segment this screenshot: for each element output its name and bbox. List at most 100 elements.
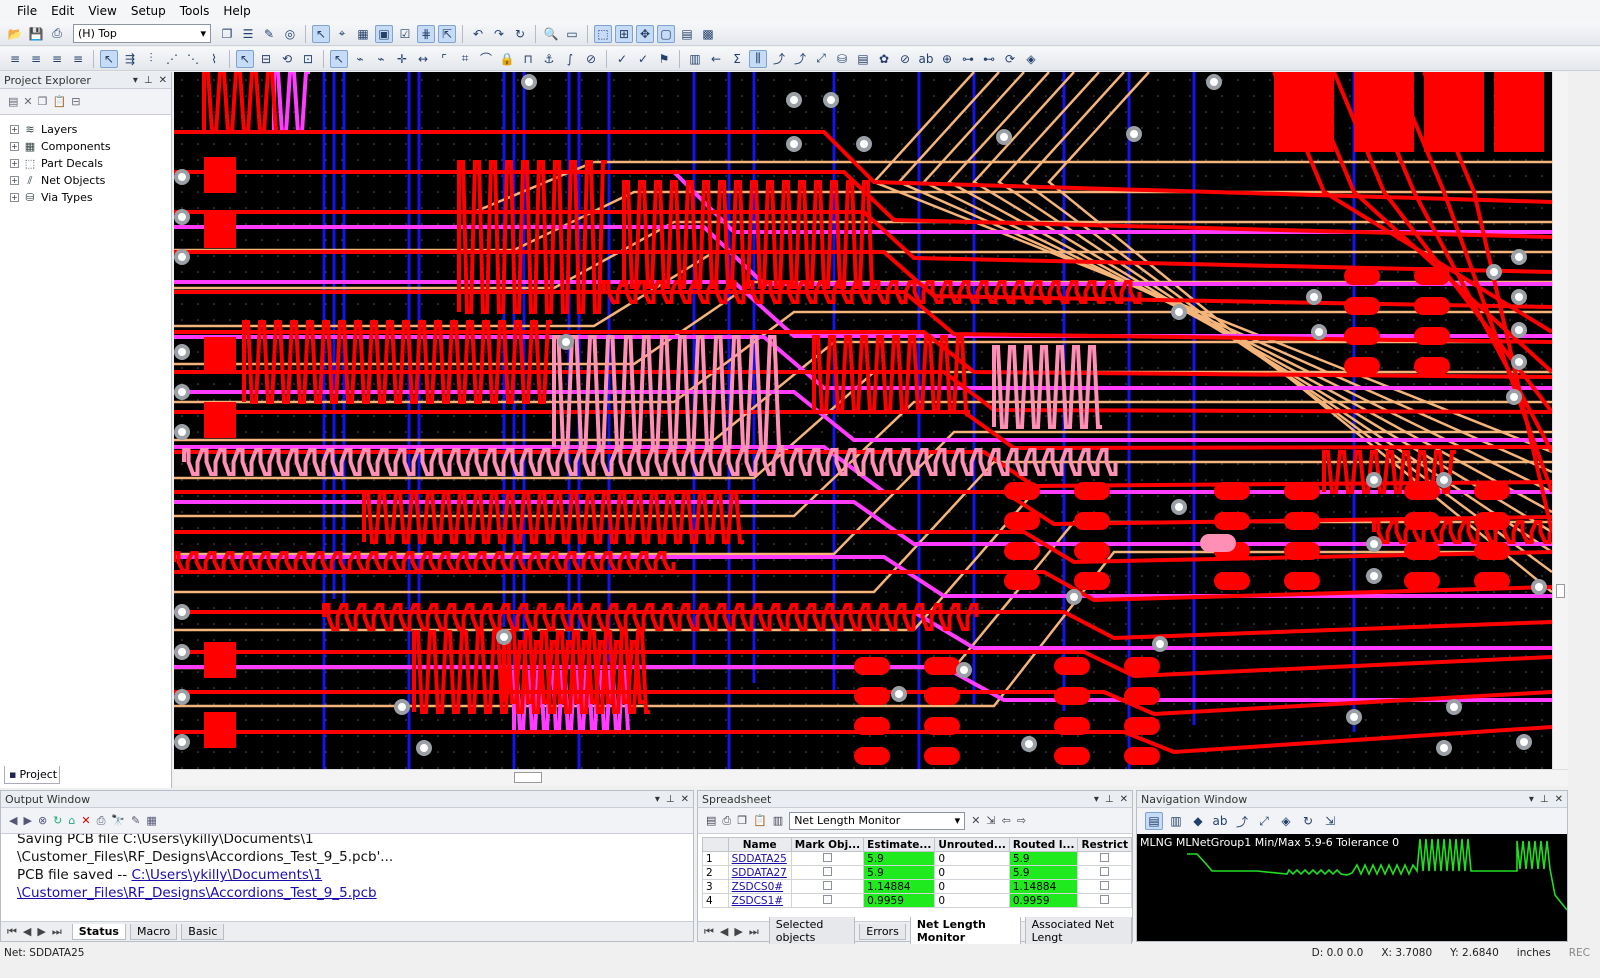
- nav-c-icon[interactable]: ◆: [1189, 812, 1207, 830]
- print-icon[interactable]: ⎙: [722, 814, 731, 828]
- copy-icon[interactable]: ❐: [38, 95, 48, 108]
- expand-icon[interactable]: +: [10, 159, 19, 168]
- filter-icon[interactable]: ⌖: [333, 25, 351, 43]
- pin-icon[interactable]: ⊥: [1540, 794, 1549, 805]
- arc-icon[interactable]: ⌒: [477, 50, 495, 68]
- text-icon[interactable]: ab: [1211, 812, 1229, 830]
- component-icon[interactable]: ⊟: [257, 50, 275, 68]
- tab-status[interactable]: Status: [71, 923, 126, 940]
- tree-item-components[interactable]: + ▦ Components: [10, 138, 171, 155]
- search-2-icon[interactable]: ⊕: [938, 50, 956, 68]
- trace-2-icon[interactable]: ⤴: [791, 50, 809, 68]
- script-icon[interactable]: ✎: [131, 814, 140, 827]
- hatch-icon[interactable]: ⊘: [582, 50, 600, 68]
- new-icon[interactable]: ▤: [8, 95, 18, 108]
- log-link[interactable]: \Customer_Files\RF_Designs\Accordions_Te…: [17, 885, 377, 901]
- tree-item-net-objects[interactable]: + ⫽ Net Objects: [10, 172, 171, 189]
- print-icon[interactable]: ⎙: [97, 814, 106, 828]
- menu-tools[interactable]: Tools: [173, 4, 217, 18]
- sheet-icon[interactable]: ▤: [706, 814, 716, 827]
- curve-icon[interactable]: ∫: [561, 50, 579, 68]
- tab-nav-icon[interactable]: ⏮◀▶⏭: [704, 925, 765, 939]
- wand-icon[interactable]: ✎: [260, 25, 278, 43]
- close-icon[interactable]: ✕: [159, 75, 167, 86]
- target-icon[interactable]: ◎: [281, 25, 299, 43]
- block-icon[interactable]: ⊘: [896, 50, 914, 68]
- expand-icon[interactable]: +: [10, 142, 19, 151]
- restrict-checkbox[interactable]: [1100, 866, 1110, 876]
- tune-active-icon[interactable]: ⫼: [749, 49, 767, 68]
- tab-associated-net-length[interactable]: Associated Net Lengt: [1024, 917, 1132, 946]
- layout-icon[interactable]: ▣: [375, 24, 393, 43]
- tab-project[interactable]: ▪ Project: [4, 766, 60, 784]
- tab-selected-objects[interactable]: Selected objects: [768, 917, 856, 946]
- pointer-icon[interactable]: ⇱: [438, 24, 456, 43]
- navigation-preview[interactable]: [1137, 835, 1567, 935]
- col-restrict[interactable]: Restrict: [1077, 837, 1132, 852]
- forward-icon[interactable]: ▶: [23, 814, 31, 827]
- move-icon[interactable]: ⇶: [121, 50, 139, 68]
- measure-2-icon[interactable]: ⊷: [980, 50, 998, 68]
- mark-checkbox[interactable]: [822, 880, 832, 890]
- redo-icon[interactable]: ↷: [490, 25, 508, 43]
- list-icon[interactable]: ☰: [239, 25, 257, 43]
- col-unrouted[interactable]: Unrouted...: [934, 837, 1010, 852]
- refresh-icon[interactable]: ↻: [53, 814, 62, 827]
- nav-b-icon[interactable]: ▥: [1167, 812, 1185, 830]
- drc-2-icon[interactable]: ✓: [634, 50, 652, 68]
- stretch-icon[interactable]: ↔: [414, 50, 432, 68]
- mark-checkbox[interactable]: [822, 866, 832, 876]
- select-filter-icon[interactable]: ↖: [312, 24, 330, 43]
- zoom-board-icon[interactable]: ⊞: [615, 24, 633, 43]
- layers-icon[interactable]: ◈: [1277, 812, 1295, 830]
- split-icon[interactable]: ⌗: [456, 50, 474, 68]
- net-name-link[interactable]: ZSDCS0#: [727, 879, 792, 894]
- trace-3-icon[interactable]: ⤢: [812, 50, 830, 68]
- fanout-icon[interactable]: ⋱: [184, 50, 202, 68]
- expand-icon[interactable]: +: [10, 193, 19, 202]
- tree-item-via-types[interactable]: + ⛁ Via Types: [10, 189, 171, 206]
- layer-c-icon[interactable]: ≡: [48, 50, 66, 68]
- pin-icon[interactable]: ⊥: [1105, 794, 1114, 805]
- move-cross-icon[interactable]: ✛: [393, 50, 411, 68]
- undo-icon[interactable]: ↶: [469, 25, 487, 43]
- pan-icon[interactable]: ✥: [636, 24, 654, 43]
- check-icon[interactable]: ☑: [396, 25, 414, 43]
- table-row[interactable]: 2 SDDATA27 5.9 0 5.9: [702, 865, 1132, 880]
- layer-a-icon[interactable]: ≡: [6, 50, 24, 68]
- table-row[interactable]: 1 SDDATA25 5.9 0 5.9: [702, 851, 1132, 866]
- trace-icon[interactable]: ⤢: [1255, 812, 1273, 830]
- grid-icon[interactable]: ▦: [354, 25, 372, 43]
- panel-menu-icon[interactable]: ▾: [1094, 794, 1099, 805]
- menu-view[interactable]: View: [81, 4, 123, 18]
- panel-menu-icon[interactable]: ▾: [1529, 794, 1534, 805]
- tab-macro[interactable]: Macro: [129, 923, 178, 940]
- expand-icon[interactable]: +: [10, 125, 19, 134]
- route-icon[interactable]: ⤴: [1233, 812, 1251, 830]
- spreadsheet-view-select[interactable]: Net Length Monitor ▾: [789, 811, 966, 830]
- layers-2-icon[interactable]: ▤: [854, 50, 872, 68]
- col-routed[interactable]: Routed l...: [1008, 837, 1079, 852]
- tab-nav-icon[interactable]: ⏮◀▶⏭: [7, 925, 68, 939]
- net-name-link[interactable]: SDDATA25: [727, 851, 792, 866]
- col-name[interactable]: Name: [727, 837, 792, 852]
- log-link[interactable]: C:\Users\ykilly\Documents\1: [131, 867, 322, 883]
- back-icon[interactable]: ◀: [9, 814, 17, 827]
- restrict-checkbox[interactable]: [1100, 852, 1110, 862]
- restrict-checkbox[interactable]: [1100, 894, 1110, 904]
- vertical-scroll-thumb[interactable]: [1556, 584, 1565, 598]
- route-icon[interactable]: ⋕: [417, 24, 435, 43]
- flag-icon[interactable]: ⚑: [655, 50, 673, 68]
- net-name-link[interactable]: ZSDCS1#: [727, 893, 792, 908]
- select-2-icon[interactable]: ↖: [236, 49, 254, 68]
- spread-icon[interactable]: ⋰: [163, 50, 181, 68]
- report-icon[interactable]: ▥: [773, 814, 783, 827]
- tree-item-layers[interactable]: + ≋ Layers: [10, 121, 171, 138]
- select-icon[interactable]: ↖: [100, 49, 118, 68]
- delete-icon[interactable]: ✕: [23, 95, 32, 108]
- refresh-icon[interactable]: ↻: [511, 25, 529, 43]
- clear-icon[interactable]: ✕: [971, 814, 980, 827]
- restrict-checkbox[interactable]: [1100, 880, 1110, 890]
- cycle-icon[interactable]: ⟳: [1001, 50, 1019, 68]
- export-icon[interactable]: ⇲: [986, 814, 995, 827]
